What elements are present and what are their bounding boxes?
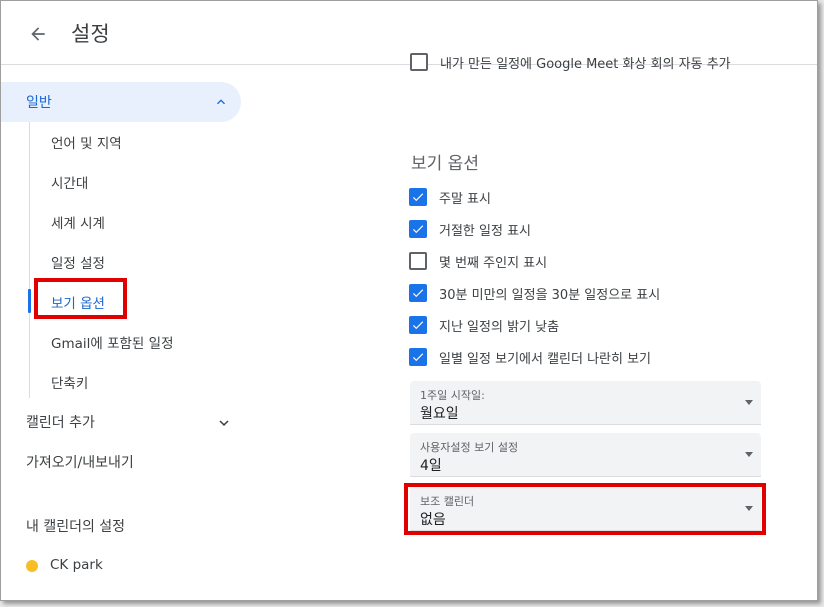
sidebar-item-label: 캘린더 추가 xyxy=(26,415,95,431)
checkbox-checked[interactable] xyxy=(409,188,427,206)
custom-view-select[interactable]: 사용자설정 보기 설정 4일 xyxy=(410,433,761,477)
option-label: 일별 일정 보기에서 캘린더 나란히 보기 xyxy=(439,351,652,367)
check-icon xyxy=(412,193,424,202)
checkbox-checked[interactable] xyxy=(409,348,427,366)
highlight-box-alternate-calendar xyxy=(404,483,766,535)
option-label: 지난 일정의 밝기 낮춤 xyxy=(439,319,560,335)
option-show-declined[interactable]: 거절한 일정 표시 xyxy=(409,217,531,241)
option-show-weekends[interactable]: 주말 표시 xyxy=(409,185,491,209)
sidebar-item-keyboard-shortcuts[interactable]: 단축키 xyxy=(51,372,88,392)
select-label: 사용자설정 보기 설정 xyxy=(420,441,519,454)
option-show-week-numbers[interactable]: 몇 번째 주인지 표시 xyxy=(409,249,547,273)
option-label: 몇 번째 주인지 표시 xyxy=(439,255,548,271)
check-icon xyxy=(412,225,424,234)
option-label: 주말 표시 xyxy=(439,191,491,207)
option-label: 30분 미만의 일정을 30분 일정으로 표시 xyxy=(439,287,661,303)
select-value: 월요일 xyxy=(420,406,459,422)
sidebar-item-label: 일반 xyxy=(26,95,52,111)
week-start-select[interactable]: 1주일 시작일: 월요일 xyxy=(410,381,761,425)
checkbox-checked[interactable] xyxy=(409,220,427,238)
check-icon xyxy=(412,353,424,362)
page-title: 설정 xyxy=(71,22,110,46)
checkbox-unchecked[interactable] xyxy=(410,53,428,71)
sidebar: 일반 언어 및 지역 시간대 세계 시계 일정 설정 보기 옵션 Gmail에 … xyxy=(1,65,257,600)
sidebar-item-events-from-gmail[interactable]: Gmail에 포함된 일정 xyxy=(51,332,174,352)
calendar-color-dot xyxy=(26,560,38,572)
sidebar-item-world-clock[interactable]: 세계 시계 xyxy=(51,212,105,232)
select-value: 4일 xyxy=(420,458,442,474)
arrow-left-icon xyxy=(31,27,45,41)
settings-window: 설정 일반 언어 및 지역 시간대 세계 시계 일정 설정 보기 옵션 Gmai… xyxy=(0,0,818,601)
chevron-down-icon[interactable] xyxy=(215,414,233,432)
subnav-line xyxy=(29,122,30,398)
sidebar-item-add-calendar[interactable]: 캘린더 추가 xyxy=(26,412,95,432)
checkbox-checked[interactable] xyxy=(409,284,427,302)
sidebar-item-time-zone[interactable]: 시간대 xyxy=(51,172,88,192)
dropdown-arrow-icon xyxy=(745,452,753,457)
check-icon xyxy=(412,289,424,298)
option-short-events[interactable]: 30분 미만의 일정을 30분 일정으로 표시 xyxy=(409,281,660,305)
sidebar-item-event-settings[interactable]: 일정 설정 xyxy=(51,252,105,272)
highlight-box-view-options xyxy=(34,278,127,319)
sidebar-item-calendar-ck-park[interactable]: CK park xyxy=(50,557,103,573)
main-content: 내가 만든 일정에 Google Meet 화상 회의 자동 추가 보기 옵션 … xyxy=(257,53,817,600)
option-label: 거절한 일정 표시 xyxy=(439,223,531,239)
option-label: 내가 만든 일정에 Google Meet 화상 회의 자동 추가 xyxy=(440,57,731,72)
option-side-by-side-day-view[interactable]: 일별 일정 보기에서 캘린더 나란히 보기 xyxy=(409,345,651,369)
check-icon xyxy=(412,321,424,330)
checkbox-checked[interactable] xyxy=(409,316,427,334)
back-button[interactable] xyxy=(23,19,53,49)
sidebar-item-import-export[interactable]: 가져오기/내보내기 xyxy=(26,452,134,472)
chevron-up-icon xyxy=(217,99,225,105)
section-title: 보기 옵션 xyxy=(411,154,479,174)
checkbox-unchecked[interactable] xyxy=(409,252,427,270)
dropdown-arrow-icon xyxy=(745,400,753,405)
subnav-active-indicator xyxy=(28,289,31,313)
sidebar-heading-my-calendars: 내 캘린더의 설정 xyxy=(26,519,126,535)
partial-option-row[interactable]: 내가 만든 일정에 Google Meet 화상 회의 자동 추가 xyxy=(410,53,770,73)
select-label: 1주일 시작일: xyxy=(420,389,485,402)
sidebar-item-language-region[interactable]: 언어 및 지역 xyxy=(51,132,122,152)
sidebar-item-general[interactable]: 일반 xyxy=(1,82,241,122)
option-dim-past-events[interactable]: 지난 일정의 밝기 낮춤 xyxy=(409,313,559,337)
